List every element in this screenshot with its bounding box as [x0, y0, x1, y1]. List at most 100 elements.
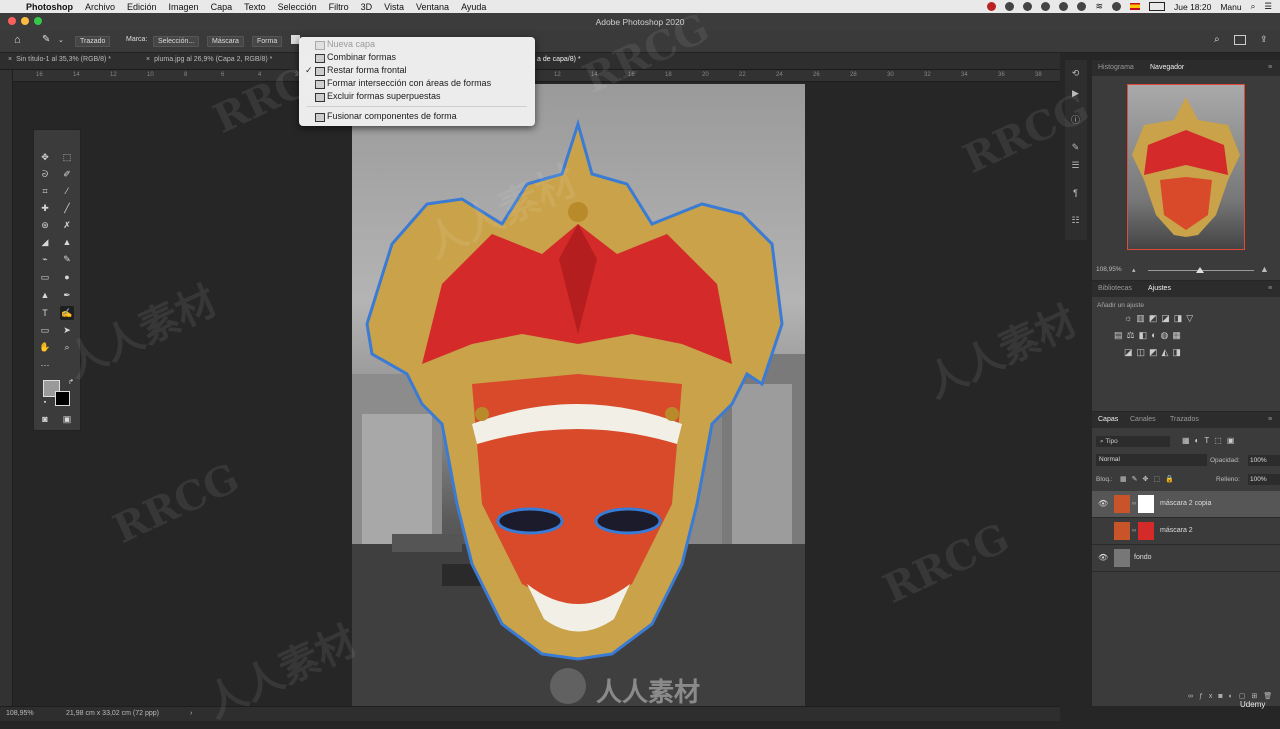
menu-filtro[interactable]: Filtro — [329, 2, 349, 12]
more-tools-icon[interactable]: ⋯ — [38, 358, 52, 372]
marquee-tool-icon[interactable]: ⬚ — [60, 150, 74, 164]
background-color-swatch[interactable] — [55, 391, 70, 406]
navigator-preview[interactable] — [1127, 84, 1245, 250]
tab-canales[interactable]: Canales — [1130, 416, 1156, 423]
rectangle-tool-icon[interactable]: ▭ — [38, 323, 52, 337]
visibility-eye-icon[interactable]: 👁 — [1098, 499, 1108, 508]
crop-tool-icon[interactable]: ⌗ — [38, 184, 52, 198]
menu-ventana[interactable]: Ventana — [416, 2, 449, 12]
menubar-clock[interactable]: Jue 18:20 — [1174, 2, 1211, 12]
menu-edicion[interactable]: Edición — [127, 2, 157, 12]
paragraph-icon[interactable]: ¶ — [1070, 188, 1081, 199]
menu-ayuda[interactable]: Ayuda — [461, 2, 486, 12]
tab-histograma[interactable]: Histograma — [1098, 64, 1134, 71]
pen-tool-icon[interactable]: ✒ — [60, 288, 74, 302]
eyedropper-tool-icon[interactable]: ⁄ — [60, 184, 74, 198]
hand-tool-icon[interactable]: ✋ — [38, 340, 52, 354]
brush-settings-icon[interactable]: ✎ — [1070, 142, 1081, 153]
navigator-zoom-value[interactable]: 108,95% — [1096, 266, 1122, 273]
tab-trazados[interactable]: Trazados — [1170, 416, 1199, 423]
tool-mode-dropdown[interactable]: Trazado — [75, 36, 111, 47]
menu-vista[interactable]: Vista — [384, 2, 404, 12]
link-icon[interactable]: ∞ — [1132, 501, 1136, 507]
zoom-slider-handle[interactable] — [1196, 267, 1204, 273]
move-tool-icon[interactable]: ✥ — [38, 150, 52, 164]
blend-mode-dropdown[interactable]: Normal — [1096, 454, 1207, 466]
battery-icon[interactable] — [1149, 2, 1165, 11]
make-selection-button[interactable]: Selección... — [153, 36, 200, 47]
sponge-tool-icon[interactable]: ✎ — [60, 252, 74, 266]
menu-seleccion[interactable]: Selección — [278, 2, 317, 12]
status-zoom[interactable]: 108,95% — [6, 710, 34, 717]
pen-tool-icon[interactable]: ✎ — [42, 34, 50, 45]
tab-pluma[interactable]: × pluma.jpg al 26,9% (Capa 2, RGB/8) * — [146, 56, 272, 63]
default-colors-icon[interactable]: ▪ — [38, 396, 52, 410]
wifi-icon[interactable]: ≋ — [1095, 1, 1103, 12]
menu-3d[interactable]: 3D — [361, 2, 373, 12]
menu-texto[interactable]: Texto — [244, 2, 266, 12]
tab-active-document[interactable]: a de capa/8) * — [537, 56, 581, 63]
gradient-tool-icon[interactable]: ▭ — [38, 270, 52, 284]
fill-input[interactable]: 100% — [1248, 474, 1280, 485]
brush-tool-icon[interactable]: ╱ — [60, 201, 74, 215]
eye-icon[interactable] — [1023, 2, 1033, 11]
tab-navegador[interactable]: Navegador — [1150, 64, 1184, 71]
creative-cloud-icon[interactable] — [1005, 2, 1015, 11]
zoom-out-icon[interactable]: ▴ — [1132, 266, 1136, 274]
workspace-icon[interactable] — [1234, 35, 1246, 45]
vertical-ruler[interactable] — [0, 70, 13, 706]
tab-sin-titulo[interactable]: × Sin título-1 al 35,3% (RGB/8) * — [8, 56, 111, 63]
opacity-input[interactable]: 100% — [1248, 455, 1280, 466]
layers-footer-icons[interactable]: ∞ƒx◙◐▢⊞🗑 — [1188, 692, 1278, 700]
link-icon[interactable]: ∞ — [1132, 528, 1136, 534]
actions-play-icon[interactable]: ▶ — [1070, 88, 1081, 99]
search-icon[interactable]: ⌕ — [1214, 34, 1220, 45]
adjustment-icons-row-2[interactable]: ▤⚖◧◐◍▦ — [1114, 330, 1185, 341]
horizontal-ruler[interactable]: 1614121086420246810121416182022242628303… — [12, 70, 1060, 82]
stamp-tool-icon[interactable]: ▲ — [60, 235, 74, 249]
menu-imagen[interactable]: Imagen — [169, 2, 199, 12]
swap-colors-icon[interactable]: ↱ — [64, 376, 78, 390]
dodge-tool-icon[interactable]: ▲ — [38, 288, 52, 302]
tab-capas[interactable]: Capas — [1098, 416, 1118, 423]
menu-item-excluir-formas[interactable]: Excluir formas superpuestas — [299, 90, 535, 103]
zoom-in-icon[interactable]: ▲ — [1260, 264, 1269, 274]
panel-menu-icon[interactable]: ≡ — [1268, 64, 1272, 71]
spotlight-icon[interactable]: ⌕ — [1251, 1, 1256, 12]
status-doc-info[interactable]: 21,98 cm x 33,02 cm (72 ppp) — [66, 710, 159, 717]
notification-center-icon[interactable]: ☰ — [1264, 1, 1272, 12]
menu-app-photoshop[interactable]: Photoshop — [26, 2, 73, 12]
layer-filter-dropdown[interactable]: ⌕ Tipo — [1096, 436, 1170, 447]
menubar-user[interactable]: Manu — [1220, 2, 1241, 12]
close-tab-icon[interactable]: × — [8, 56, 12, 63]
path-selection-tool-icon[interactable]: ➤ — [60, 323, 74, 337]
layer-row-fondo[interactable]: 👁 fondo — [1092, 545, 1280, 572]
type-tool-icon[interactable]: T — [38, 306, 52, 320]
layer-filter-icons[interactable]: ▦◐T⬚▣ — [1182, 436, 1239, 445]
menu-item-formar-interseccion[interactable]: Formar intersección con áreas de formas — [299, 77, 535, 90]
status-app-icon[interactable] — [987, 2, 997, 11]
language-flag-icon[interactable] — [1130, 3, 1140, 10]
menu-capa[interactable]: Capa — [211, 2, 233, 12]
blur-tool-icon[interactable]: ● — [60, 270, 74, 284]
layer-mask-thumbnail[interactable] — [1138, 495, 1154, 513]
quick-mask-icon[interactable]: ◙ — [38, 412, 52, 426]
bluetooth-icon[interactable] — [1077, 2, 1087, 11]
adjustment-icons-row-3[interactable]: ◪◫◩◭◨ — [1124, 347, 1185, 358]
status-menu-chevron-icon[interactable]: › — [190, 710, 192, 717]
properties-icon[interactable]: ☰ — [1070, 160, 1081, 171]
home-icon[interactable]: ⌂ — [14, 34, 21, 46]
info-icon[interactable]: ⓘ — [1070, 115, 1081, 126]
layer-row-mascara-2[interactable]: ∞ máscara 2 — [1092, 518, 1280, 545]
quick-selection-tool-icon[interactable]: ✐ — [60, 167, 74, 181]
make-mask-button[interactable]: Máscara — [207, 36, 244, 47]
screen-mode-icon[interactable]: ▣ — [60, 412, 74, 426]
clock-icon[interactable] — [1059, 2, 1069, 11]
visibility-eye-icon[interactable]: 👁 — [1098, 553, 1108, 562]
smudge-tool-icon[interactable]: ⌁ — [38, 252, 52, 266]
tool-preset-chevron-icon[interactable]: ⌄ — [58, 36, 64, 44]
share-icon[interactable]: ⇪ — [1260, 34, 1268, 45]
healing-brush-tool-icon[interactable]: ✚ — [38, 201, 52, 215]
eraser-tool-icon[interactable]: ◢ — [38, 235, 52, 249]
tab-ajustes[interactable]: Ajustes — [1148, 285, 1171, 292]
